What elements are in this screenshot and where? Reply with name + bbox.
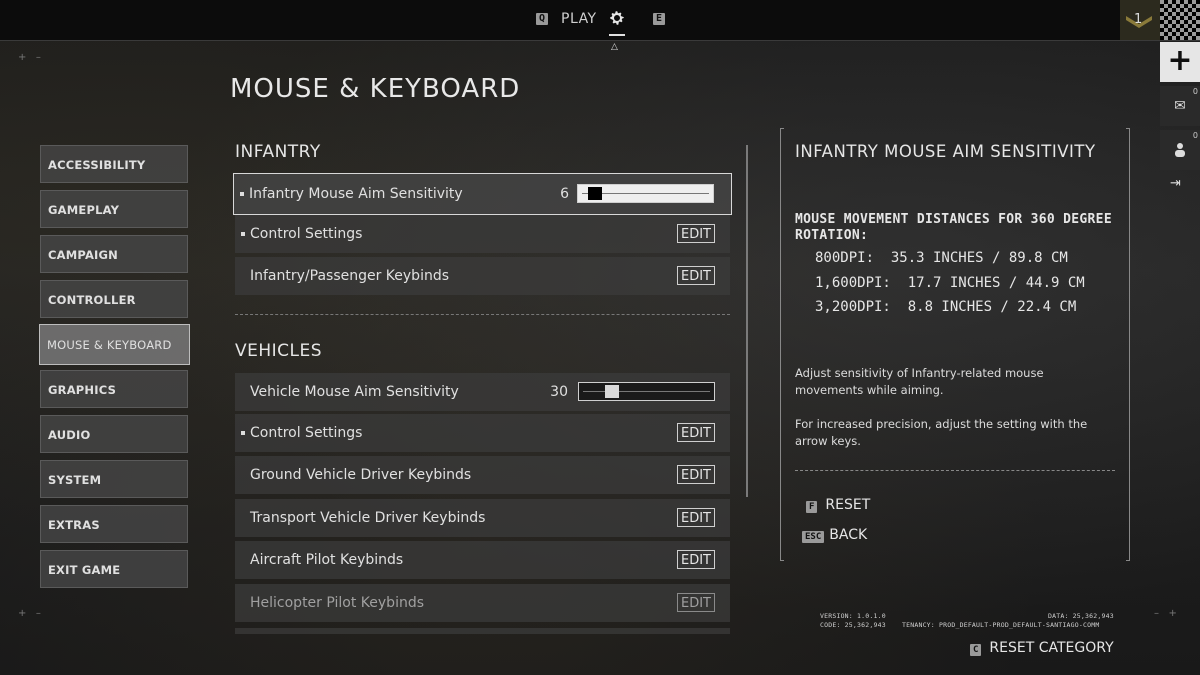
dpi-line: 3,200DPI: 8.8 INCHES / 22.4 CM — [815, 299, 1077, 315]
reset-category-key: C — [970, 644, 982, 656]
mail-button[interactable]: 0 ✉ — [1160, 86, 1200, 126]
infantry-aim-sensitivity-row[interactable]: Infantry Mouse Aim Sensitivity 6 — [233, 173, 732, 215]
infantry-aim-slider[interactable] — [577, 184, 714, 203]
setting-label: Control Settings — [250, 425, 363, 441]
panel-description: For increased precision, adjust the sett… — [795, 417, 1088, 448]
section-heading-infantry: INFANTRY — [235, 142, 321, 162]
ground-vehicle-keybinds-row[interactable]: Ground Vehicle Driver Keybinds EDIT — [235, 456, 730, 494]
bullet-icon — [241, 431, 245, 435]
next-tab-key: E — [653, 13, 666, 25]
panel-frame — [1126, 128, 1130, 561]
data-text: DATA: 25,362,943 — [1048, 612, 1114, 620]
friends-count: 0 — [1192, 131, 1198, 140]
nav-item-exit-game[interactable]: EXIT GAME — [40, 550, 188, 588]
add-button[interactable]: + — [1160, 42, 1200, 82]
setting-label: Aircraft Pilot Keybinds — [250, 552, 404, 568]
back-label: BACK — [829, 527, 868, 543]
edit-button[interactable]: EDIT — [677, 465, 715, 484]
edit-button[interactable]: EDIT — [677, 423, 715, 442]
corner-mark: + – — [18, 52, 41, 63]
tenancy-text: TENANCY: PROD_DEFAULT-PROD_DEFAULT-SANTI… — [902, 621, 1100, 629]
setting-label: Helicopter Pilot Keybinds — [250, 595, 425, 611]
edit-button[interactable]: EDIT — [677, 508, 715, 527]
nav-item-system[interactable]: SYSTEM — [40, 460, 188, 498]
section-heading-vehicles: VEHICLES — [235, 341, 323, 361]
rank-number: 1 — [1134, 12, 1143, 27]
back-button[interactable]: ESC BACK — [802, 527, 867, 543]
infantry-keybinds-row[interactable]: Infantry/Passenger Keybinds EDIT — [235, 257, 730, 295]
edit-button[interactable]: EDIT — [677, 593, 715, 612]
helicopter-pilot-keybinds-row[interactable]: Helicopter Pilot Keybinds EDIT — [235, 584, 730, 622]
nav-item-gameplay[interactable]: GAMEPLAY — [40, 190, 188, 228]
section-divider — [235, 314, 730, 315]
nav-item-accessibility[interactable]: ACCESSIBILITY — [40, 145, 188, 183]
nav-item-extras[interactable]: EXTRAS — [40, 505, 188, 543]
nav-item-campaign[interactable]: CAMPAIGN — [40, 235, 188, 273]
setting-label: Infantry Mouse Aim Sensitivity — [249, 186, 463, 202]
prev-tab-key: Q — [536, 13, 549, 25]
edit-button[interactable]: EDIT — [677, 550, 715, 569]
gear-icon[interactable] — [608, 9, 626, 27]
friends-button[interactable]: 0 — [1160, 130, 1200, 170]
setting-value: 6 — [560, 186, 569, 202]
reset-key: F — [806, 501, 818, 513]
setting-label: Infantry/Passenger Keybinds — [250, 268, 450, 284]
panel-description: Adjust sensitivity of Infantry-related m… — [795, 366, 1044, 397]
controller-triangle-icon: △ — [611, 42, 618, 52]
panel-title: INFANTRY MOUSE AIM SENSITIVITY — [795, 142, 1096, 161]
panel-subtitle: MOUSE MOVEMENT DISTANCES FOR 360 DEGREE … — [795, 212, 1112, 243]
exit-to-icon[interactable]: ⇥ — [1170, 176, 1181, 191]
version-text: VERSION: 1.0.1.0 — [820, 612, 886, 620]
panel-divider — [795, 470, 1115, 471]
setting-label: Ground Vehicle Driver Keybinds — [250, 467, 472, 483]
nav-item-mouse-keyboard[interactable]: MOUSE & KEYBOARD — [39, 324, 190, 365]
tab-active-indicator — [609, 34, 625, 36]
setting-label: Vehicle Mouse Aim Sensitivity — [250, 384, 459, 400]
nav-item-controller[interactable]: CONTROLLER — [40, 280, 188, 318]
transport-vehicle-keybinds-row[interactable]: Transport Vehicle Driver Keybinds EDIT — [235, 499, 730, 537]
setting-label: Control Settings — [250, 226, 363, 242]
slider-track — [583, 391, 710, 392]
infantry-control-settings-row[interactable]: Control Settings EDIT — [235, 215, 730, 253]
edit-button[interactable]: EDIT — [677, 266, 715, 285]
friends-icon — [1175, 143, 1185, 157]
setting-value: 30 — [550, 384, 568, 400]
nav-item-audio[interactable]: AUDIO — [40, 415, 188, 453]
setting-label: Transport Vehicle Driver Keybinds — [250, 510, 486, 526]
dpi-line: 800DPI: 35.3 INCHES / 89.8 CM — [815, 250, 1068, 266]
reset-category-button[interactable]: C RESET CATEGORY — [970, 640, 1114, 656]
aircraft-pilot-keybinds-row[interactable]: Aircraft Pilot Keybinds EDIT — [235, 541, 730, 579]
slider-thumb[interactable] — [587, 187, 602, 200]
scrollbar[interactable] — [746, 145, 748, 497]
reset-button[interactable]: F RESET — [806, 497, 870, 513]
edit-button[interactable]: EDIT — [677, 224, 715, 243]
bullet-icon — [240, 192, 244, 196]
vehicle-aim-sensitivity-row[interactable]: Vehicle Mouse Aim Sensitivity 30 — [235, 373, 730, 411]
panel-frame — [780, 128, 784, 561]
dpi-line: 1,600DPI: 17.7 INCHES / 44.9 CM — [815, 275, 1085, 291]
slider-thumb[interactable] — [605, 385, 619, 398]
top-bar: Q PLAY E 1 — [0, 0, 1200, 41]
nav-item-graphics[interactable]: GRAPHICS — [40, 370, 188, 408]
bullet-icon — [241, 232, 245, 236]
reset-category-label: RESET CATEGORY — [989, 640, 1114, 656]
corner-mark: + – — [18, 608, 41, 619]
back-key: ESC — [802, 531, 825, 543]
reset-label: RESET — [825, 497, 871, 513]
list-item — [235, 628, 730, 634]
mail-count: 0 — [1192, 87, 1198, 96]
tab-play[interactable]: PLAY — [561, 11, 597, 27]
player-emblem[interactable] — [1160, 0, 1200, 40]
vehicle-control-settings-row[interactable]: Control Settings EDIT — [235, 414, 730, 452]
mail-icon: ✉ — [1174, 98, 1186, 114]
vehicle-aim-slider[interactable] — [578, 382, 715, 401]
corner-mark: – + — [1154, 608, 1177, 619]
page-title: MOUSE & KEYBOARD — [230, 74, 521, 104]
code-text: CODE: 25,362,943 — [820, 621, 886, 629]
